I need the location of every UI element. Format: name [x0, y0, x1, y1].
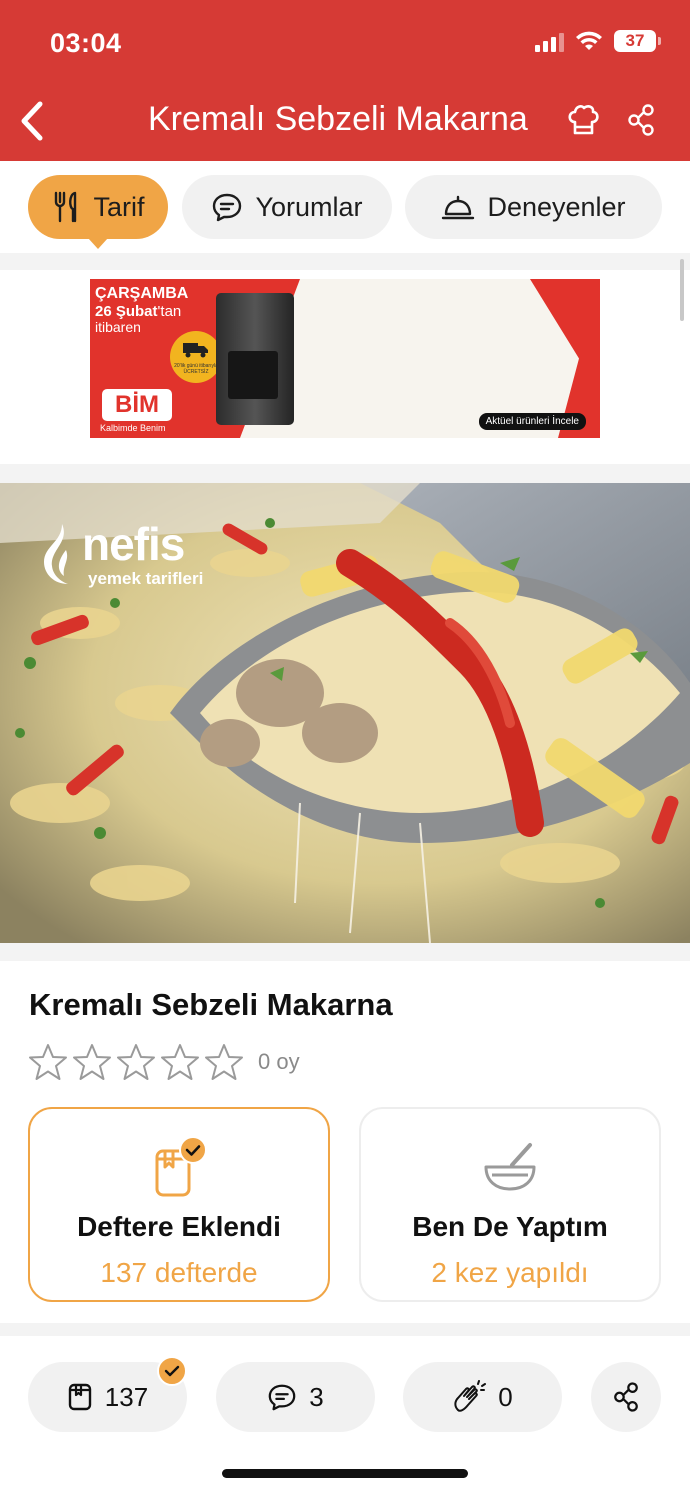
fork-knife-icon — [55, 191, 77, 223]
chef-hat-icon — [568, 105, 599, 135]
bottom-share-button[interactable] — [591, 1362, 661, 1432]
battery-indicator: 37 — [614, 30, 661, 52]
app-header: 03:04 37 Kremalı Sebzeli Makarna — [0, 0, 690, 161]
comment-icon — [268, 1384, 296, 1411]
divider — [0, 464, 690, 483]
ad-from: itibaren — [95, 319, 141, 335]
status-icons: 37 — [535, 30, 661, 52]
star-icon[interactable] — [204, 1043, 244, 1081]
saved-check-badge — [157, 1356, 187, 1386]
wifi-icon — [576, 31, 602, 50]
tab-label: Tarif — [93, 191, 145, 222]
back-chevron-icon — [21, 101, 43, 141]
star-icon[interactable] — [72, 1043, 112, 1081]
chef-hat-button[interactable] — [563, 100, 603, 140]
signal-icon — [535, 30, 564, 52]
watermark: nefis yemek tarifleri — [40, 520, 203, 590]
comments-count: 3 — [309, 1381, 324, 1412]
tab-deneyenler[interactable]: Deneyenler — [405, 175, 662, 239]
back-button[interactable] — [12, 96, 52, 146]
card-title: Ben De Yaptım — [412, 1211, 608, 1242]
star-icon[interactable] — [28, 1043, 68, 1081]
tab-label: Deneyenler — [487, 191, 626, 222]
saved-count: 137 — [104, 1381, 149, 1412]
bim-logo: BİM — [102, 389, 172, 421]
comment-icon — [213, 193, 242, 222]
ad-date: 26 Şubat'tan — [95, 303, 182, 320]
applause-count: 0 — [498, 1381, 513, 1412]
home-indicator[interactable] — [222, 1469, 468, 1478]
mortar-bowl-icon — [484, 1143, 536, 1191]
divider — [0, 943, 690, 961]
cloche-icon — [442, 195, 475, 220]
advertisement-banner[interactable]: ÇARŞAMBA 26 Şubat'tan itibaren 20'lik gü… — [90, 279, 600, 438]
notebook-icon — [68, 1383, 91, 1411]
flame-logo-icon — [44, 524, 68, 584]
share-icon — [628, 104, 654, 136]
tab-yorumlar[interactable]: Yorumlar — [182, 175, 392, 239]
coffee-machine-image — [216, 293, 294, 425]
clapping-hands-icon — [454, 1380, 487, 1412]
vote-count: 0 oy — [258, 1049, 300, 1074]
scrollbar[interactable] — [680, 259, 684, 321]
status-time: 03:04 — [50, 28, 122, 58]
share-icon — [614, 1382, 638, 1412]
i-made-it-card[interactable]: Ben De Yaptım 2 kez yapıldı — [359, 1107, 661, 1302]
ad-delivery-badge: 20'lik günü itibarıyla ÜCRETSİZ — [170, 331, 222, 383]
ad-slogan: Kalbimde Benim — [100, 423, 166, 433]
card-subtitle: 137 defterde — [100, 1257, 258, 1288]
tab-bar: Tarif Yorumlar Deneyenler — [0, 175, 690, 249]
header-share-button[interactable] — [621, 100, 661, 140]
watermark-title: nefis — [82, 518, 185, 570]
star-rating[interactable]: 0 oy — [28, 1043, 300, 1081]
divider — [0, 253, 690, 270]
added-to-notebook-card[interactable]: Deftere Eklendi 137 defterde — [28, 1107, 330, 1302]
star-icon[interactable] — [116, 1043, 156, 1081]
card-subtitle: 2 kez yapıldı — [431, 1257, 589, 1288]
card-title: Deftere Eklendi — [77, 1211, 281, 1242]
watermark-subtitle: yemek tarifleri — [88, 569, 204, 588]
recipe-title: Kremalı Sebzeli Makarna — [29, 987, 393, 1022]
star-icon[interactable] — [160, 1043, 200, 1081]
tab-label: Yorumlar — [255, 191, 363, 222]
comments-count-button[interactable]: 3 — [216, 1362, 375, 1432]
divider — [0, 1323, 690, 1336]
tab-tarif[interactable]: Tarif — [28, 175, 168, 249]
ad-day: ÇARŞAMBA — [95, 285, 189, 302]
applause-count-button[interactable]: 0 — [403, 1362, 562, 1432]
page-title: Kremalı Sebzeli Makarna — [148, 100, 528, 138]
truck-icon — [183, 343, 208, 358]
ad-cta-button[interactable]: Aktüel ürünleri İncele — [478, 413, 586, 430]
notebook-check-icon — [155, 1137, 207, 1197]
check-icon — [164, 1365, 180, 1377]
